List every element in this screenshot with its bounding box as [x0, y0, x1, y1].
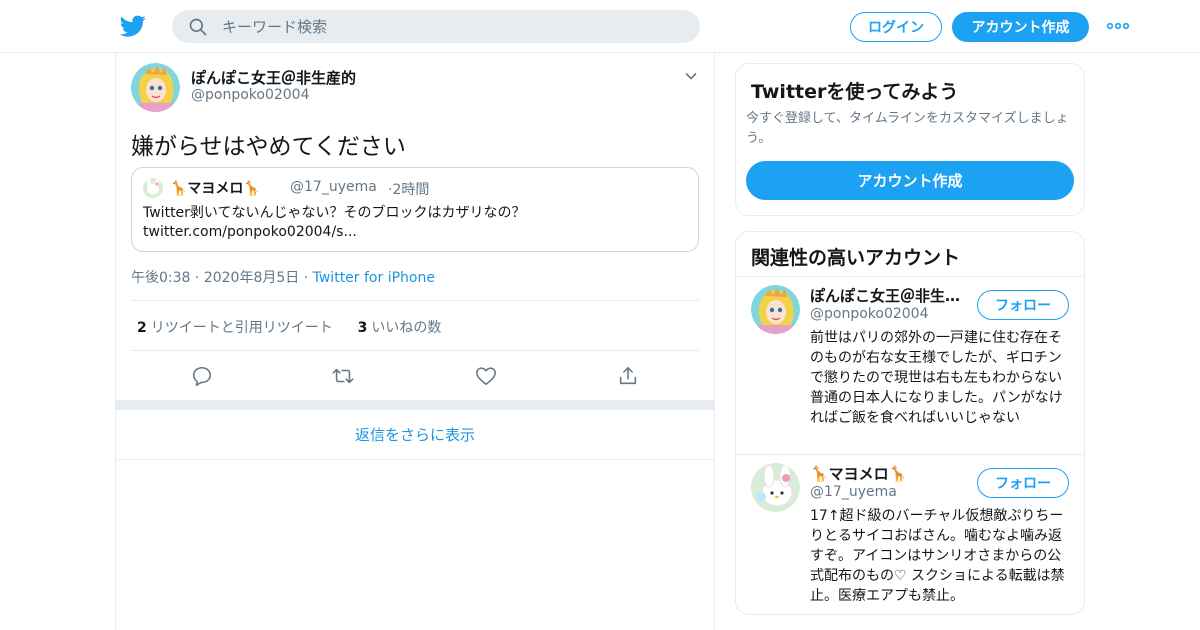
signup-card-description: 今すぐ登録して、タイムラインをカスタマイズしましょう。 [746, 111, 1069, 146]
related-accounts-card: 関連性の高いアカウント ぽんぽこ女王＠非生産的 @ponpoko02004 フォ… [735, 231, 1085, 615]
tweet-stats: 2 リツイートと引用リツイート 3 いいねの数 [137, 317, 441, 337]
section-divider [116, 400, 714, 410]
quoted-tweet[interactable]: 🦒マヨメロ🦒 @17_uyema ·2時間 Twitter剥いてないんじゃない？… [131, 167, 699, 252]
signup-card-title: Twitterを使ってみよう [751, 81, 959, 103]
login-button[interactable]: ログイン [850, 12, 942, 42]
author-avatar[interactable] [131, 63, 180, 112]
retweet-stat[interactable]: 2 リツイートと引用リツイート [137, 320, 333, 336]
retweet-icon[interactable] [332, 365, 354, 387]
quoted-author-handle: @17_uyema [290, 179, 377, 195]
follow-button[interactable]: フォロー [977, 468, 1069, 498]
like-stat[interactable]: 3 いいねの数 [358, 320, 442, 336]
tweet-text: 嫌がらせはやめてください [131, 134, 406, 160]
tweet-date[interactable]: 2020年8月5日 [204, 270, 299, 286]
more-dots-icon[interactable] [1106, 16, 1130, 36]
signup-card: Twitterを使ってみよう 今すぐ登録して、タイムラインをカスタマイズしましょ… [735, 63, 1085, 216]
quoted-time: ·2時間 [388, 179, 429, 199]
retweet-label: リツイートと引用リツイート [150, 320, 333, 336]
quoted-text-line: twitter.com/ponpoko02004/s... [143, 224, 357, 240]
follow-button[interactable]: フォロー [977, 290, 1069, 320]
main-column: ぽんぽこ女王＠非生産的 @ponpoko02004 嫌がらせはやめてください 🦒… [115, 53, 715, 630]
related-account-handle[interactable]: @17_uyema [810, 484, 897, 500]
search-icon [189, 18, 207, 36]
divider [131, 350, 699, 351]
author-name[interactable]: ぽんぽこ女王＠非生産的 [191, 67, 356, 88]
related-account-name[interactable]: ぽんぽこ女王＠非生産的 [810, 285, 970, 306]
quoted-text: Twitter剥いてないんじゃない？そのブロックはカザリなの？ twitter.… [143, 204, 688, 242]
search-input[interactable] [222, 10, 682, 43]
divider [131, 300, 699, 301]
chevron-down-icon[interactable] [684, 69, 698, 83]
quoted-author-name: 🦒マヨメロ🦒 [170, 181, 261, 197]
tweet-source[interactable]: Twitter for iPhone [313, 270, 435, 286]
quoted-time-label: 2時間 [392, 182, 430, 198]
related-account[interactable]: 🦒マヨメロ🦒 @17_uyema フォロー 17↑超ド級のバーチャル仮想敵ぷりち… [736, 454, 1084, 614]
like-icon[interactable] [475, 365, 497, 387]
share-icon[interactable] [617, 365, 639, 387]
related-account-bio: 17↑超ド級のバーチャル仮想敵ぷりちーりとるサイコおばさん。噛むなよ噛み返すぞ。… [810, 508, 1065, 604]
reply-icon[interactable] [191, 365, 213, 387]
related-account-bio: 前世はパリの郊外の一戸建に住む存在そのものが右な女王様でしたが、ギロチンで懲りた… [810, 330, 1063, 426]
twitter-bird-icon[interactable] [120, 13, 146, 39]
like-count: 3 [357, 320, 368, 336]
top-bar: ログイン アカウント作成 [0, 0, 1200, 53]
related-account-avatar[interactable] [751, 463, 800, 512]
tweet-time[interactable]: 午後0:38 [131, 270, 190, 286]
separator-dot: · [194, 270, 200, 286]
separator-dot: · [303, 270, 309, 286]
retweet-count: 2 [137, 320, 147, 336]
related-account-handle[interactable]: @ponpoko02004 [810, 306, 929, 322]
related-accounts-title: 関連性の高いアカウント [751, 247, 961, 269]
quoted-author-avatar [143, 178, 163, 198]
like-label: いいねの数 [371, 320, 442, 336]
quoted-text-line: Twitter剥いてないんじゃない？そのブロックはカザリなの？ [143, 205, 526, 221]
search-box[interactable] [172, 10, 700, 43]
signup-card-button[interactable]: アカウント作成 [746, 161, 1074, 200]
related-account-name[interactable]: 🦒マヨメロ🦒 [810, 463, 907, 484]
related-account-avatar[interactable] [751, 285, 800, 334]
tweet-meta: 午後0:38 · 2020年8月5日 · Twitter for iPhone [131, 267, 435, 287]
author-handle[interactable]: @ponpoko02004 [191, 87, 310, 103]
show-more-replies-link[interactable]: 返信をさらに表示 [116, 410, 714, 460]
related-account[interactable]: ぽんぽこ女王＠非生産的 @ponpoko02004 フォロー 前世はパリの郊外の… [736, 276, 1084, 454]
signup-button[interactable]: アカウント作成 [952, 12, 1089, 42]
